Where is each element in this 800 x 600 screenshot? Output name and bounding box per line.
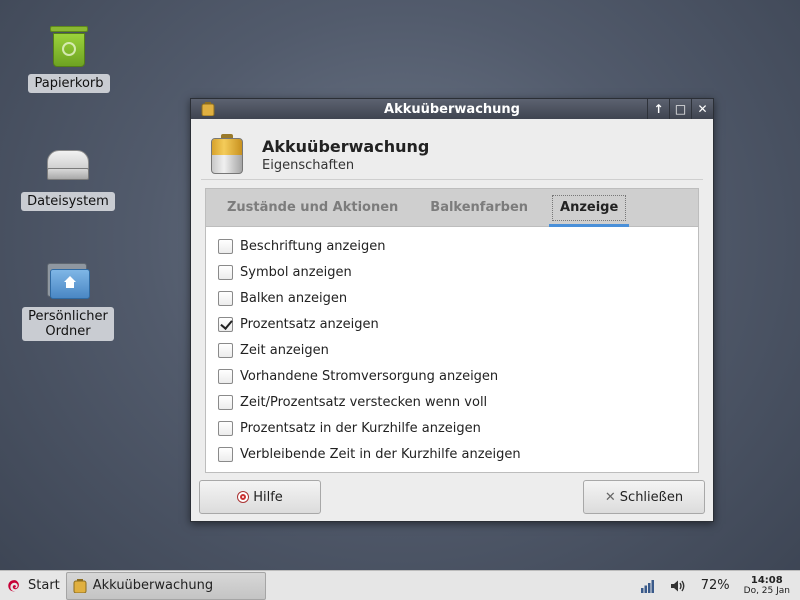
settings-notebook: Zustände und Aktionen Balkenfarben Anzei… bbox=[205, 188, 699, 473]
close-icon: ✕ bbox=[604, 489, 616, 505]
checkbox[interactable] bbox=[218, 290, 233, 306]
network-signal-icon[interactable] bbox=[639, 578, 657, 594]
desktop-icon-trash[interactable]: Papierkorb bbox=[23, 22, 115, 93]
option-show-time[interactable]: Zeit anzeigen bbox=[206, 337, 698, 363]
battery-percentage[interactable]: 72% bbox=[701, 578, 730, 593]
desktop-icon-label: Papierkorb bbox=[28, 74, 110, 93]
start-button[interactable]: Start bbox=[0, 571, 66, 600]
battery-app-icon bbox=[73, 578, 87, 593]
help-icon bbox=[237, 491, 250, 503]
system-tray: 72% 14:08 Do, 25 Jan bbox=[633, 571, 800, 600]
tab-bar-colors[interactable]: Balkenfarben bbox=[430, 189, 528, 227]
option-label: Symbol anzeigen bbox=[240, 264, 352, 280]
home-folder-icon bbox=[44, 255, 92, 303]
battery-app-icon bbox=[201, 102, 215, 116]
checkbox[interactable] bbox=[218, 420, 233, 436]
option-label: Vorhandene Stromversorgung anzeigen bbox=[240, 368, 499, 384]
checkbox[interactable] bbox=[218, 264, 233, 280]
display-options-panel: Beschriftung anzeigen Symbol anzeigen Ba… bbox=[205, 226, 699, 473]
checkbox[interactable] bbox=[218, 342, 233, 358]
volume-icon[interactable] bbox=[669, 578, 687, 594]
clock-date: Do, 25 Jan bbox=[743, 585, 790, 596]
checkbox-checked[interactable] bbox=[218, 316, 233, 332]
option-show-percentage[interactable]: Prozentsatz anzeigen bbox=[206, 311, 698, 337]
desktop-icon-home-folder[interactable]: Persönlicher Ordner bbox=[22, 255, 114, 341]
taskbar: Start Akkuüberwachung 72% 14:08 Do, 25 J… bbox=[0, 570, 800, 600]
dialog-header: Akkuüberwachung Eigenschaften bbox=[191, 119, 713, 179]
option-label: Zeit anzeigen bbox=[240, 342, 329, 358]
option-label: Verbleibende Zeit in der Kurzhilfe anzei… bbox=[240, 446, 521, 462]
checkbox[interactable] bbox=[218, 394, 233, 410]
option-label: Balken anzeigen bbox=[240, 290, 348, 306]
dialog-title: Akkuüberwachung bbox=[262, 137, 430, 156]
window-title: Akkuüberwachung bbox=[384, 101, 520, 117]
battery-monitor-window: Akkuüberwachung ↑ □ ✕ Akkuüberwachung Ei… bbox=[190, 98, 714, 522]
option-label: Prozentsatz in der Kurzhilfe anzeigen bbox=[240, 420, 481, 436]
window-close-button[interactable]: ✕ bbox=[691, 99, 713, 119]
tab-bar: Zustände und Aktionen Balkenfarben Anzei… bbox=[205, 188, 699, 227]
window-titlebar[interactable]: Akkuüberwachung ↑ □ ✕ bbox=[191, 99, 713, 119]
desktop-icon-label: Dateisystem bbox=[21, 192, 115, 211]
window-maximize-button[interactable]: □ bbox=[669, 99, 691, 119]
header-divider bbox=[201, 179, 703, 180]
window-up-button[interactable]: ↑ bbox=[647, 99, 669, 119]
option-tooltip-remaining-time[interactable]: Verbleibende Zeit in der Kurzhilfe anzei… bbox=[206, 441, 698, 467]
clock[interactable]: 14:08 Do, 25 Jan bbox=[744, 575, 790, 597]
checkbox[interactable] bbox=[218, 238, 233, 254]
option-label: Zeit/Prozentsatz verstecken wenn voll bbox=[240, 394, 488, 410]
close-button[interactable]: ✕ Schließen bbox=[583, 480, 705, 514]
taskbar-window-label: Akkuüberwachung bbox=[92, 578, 214, 593]
option-label: Beschriftung anzeigen bbox=[240, 238, 386, 254]
option-hide-when-full[interactable]: Zeit/Prozentsatz verstecken wenn voll bbox=[206, 389, 698, 415]
option-show-power-source[interactable]: Vorhandene Stromversorgung anzeigen bbox=[206, 363, 698, 389]
option-label: Prozentsatz anzeigen bbox=[240, 316, 379, 332]
clock-time: 14:08 bbox=[750, 574, 783, 586]
dialog-subtitle: Eigenschaften bbox=[262, 158, 355, 173]
tab-display[interactable]: Anzeige bbox=[549, 189, 630, 227]
option-tooltip-percentage[interactable]: Prozentsatz in der Kurzhilfe anzeigen bbox=[206, 415, 698, 441]
battery-icon bbox=[209, 134, 245, 176]
filesystem-icon bbox=[44, 140, 92, 188]
checkbox[interactable] bbox=[218, 446, 233, 462]
close-button-label: Schließen bbox=[619, 489, 684, 505]
option-show-bar[interactable]: Balken anzeigen bbox=[206, 285, 698, 311]
start-label: Start bbox=[28, 578, 60, 593]
trash-icon bbox=[45, 22, 93, 70]
help-button-label: Hilfe bbox=[253, 489, 283, 505]
taskbar-window-item[interactable]: Akkuüberwachung bbox=[65, 571, 266, 600]
help-button[interactable]: Hilfe bbox=[199, 480, 321, 514]
option-show-label[interactable]: Beschriftung anzeigen bbox=[206, 233, 698, 259]
tab-states-actions[interactable]: Zustände und Aktionen bbox=[227, 189, 398, 227]
checkbox[interactable] bbox=[218, 368, 233, 384]
desktop-icon-filesystem[interactable]: Dateisystem bbox=[21, 140, 115, 211]
debian-swirl-icon bbox=[8, 579, 19, 591]
option-show-icon[interactable]: Symbol anzeigen bbox=[206, 259, 698, 285]
desktop-icon-label: Persönlicher Ordner bbox=[22, 307, 114, 341]
